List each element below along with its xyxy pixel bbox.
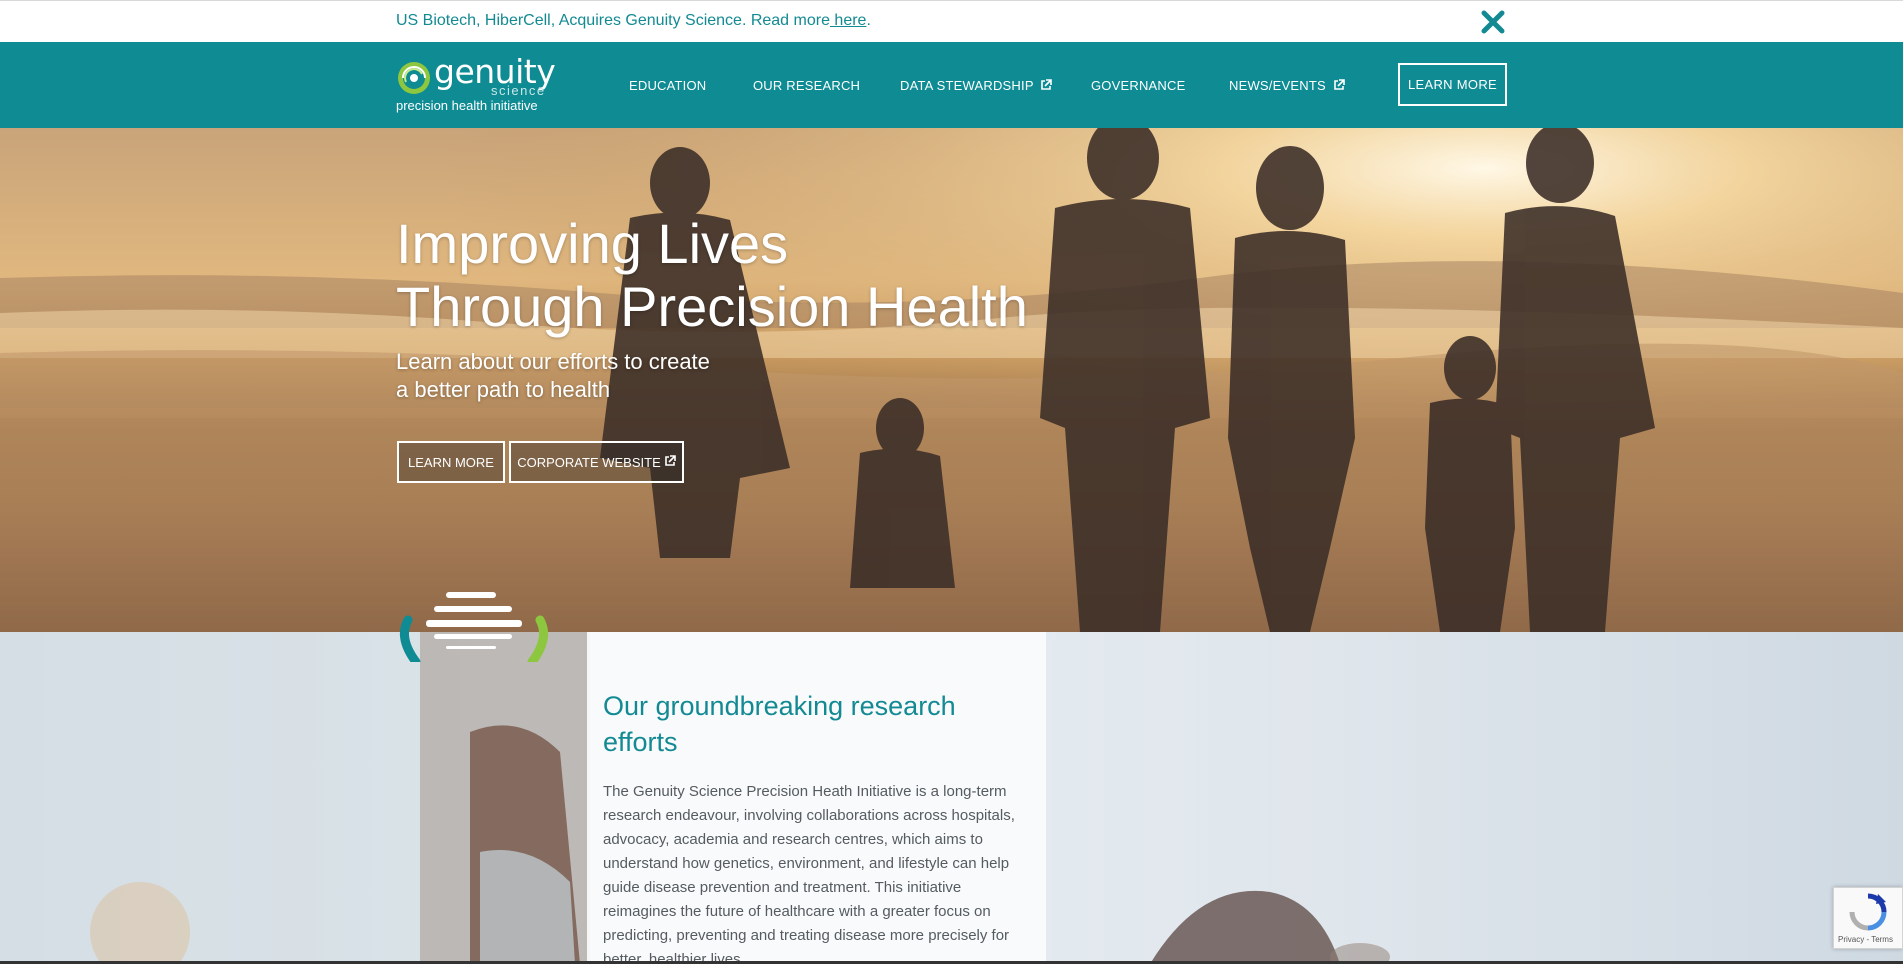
hero-subtitle-line2: a better path to health bbox=[396, 377, 611, 402]
nav-data-stewardship-label: DATA STEWARDSHIP bbox=[900, 78, 1034, 93]
nav-education[interactable]: EDUCATION bbox=[629, 78, 706, 93]
research-body: The Genuity Science Precision Heath Init… bbox=[603, 783, 1015, 964]
nav-news-events-label: NEWS/EVENTS bbox=[1229, 78, 1326, 93]
brand-mark-icon bbox=[396, 590, 552, 667]
hero-subtitle: Learn about our efforts to create a bett… bbox=[396, 348, 710, 404]
close-icon[interactable] bbox=[1480, 9, 1506, 35]
header-learn-more-button[interactable]: LEARN MORE bbox=[1398, 63, 1507, 106]
logo-swirl-icon bbox=[398, 62, 430, 94]
site-header: genuity science precision health initiat… bbox=[0, 42, 1903, 128]
nav-our-research[interactable]: OUR RESEARCH bbox=[753, 78, 860, 93]
announcement-bar: US Biotech, HiberCell, Acquires Genuity … bbox=[0, 0, 1903, 42]
nav-education-label: EDUCATION bbox=[629, 78, 707, 93]
nav-our-research-label: OUR RESEARCH bbox=[753, 78, 861, 93]
nav-governance[interactable]: GOVERNANCE bbox=[1091, 78, 1185, 93]
announcement-suffix: . bbox=[866, 12, 871, 29]
hero-title-line2: Through Precision Health bbox=[396, 275, 1028, 338]
external-link-icon bbox=[1333, 79, 1345, 94]
recaptcha-icon bbox=[1849, 893, 1887, 931]
announcement-link[interactable]: here bbox=[830, 12, 866, 29]
hero-corporate-website-button[interactable]: CORPORATE WEBSITE bbox=[509, 441, 684, 483]
recaptcha-badge[interactable]: Privacy - Terms bbox=[1833, 887, 1903, 949]
recaptcha-links[interactable]: Privacy - Terms bbox=[1838, 935, 1893, 944]
research-section: Our groundbreaking research efforts The … bbox=[0, 632, 1903, 964]
hero-title-line1: Improving Lives bbox=[396, 212, 789, 275]
research-title: Our groundbreaking research efforts bbox=[603, 691, 956, 757]
logo-tagline: precision health initiative bbox=[396, 98, 538, 113]
hero-title: Improving Lives Through Precision Health bbox=[396, 212, 1028, 338]
hero-banner: Improving Lives Through Precision Health… bbox=[0, 128, 1903, 632]
external-link-icon bbox=[1040, 79, 1053, 94]
research-card: Our groundbreaking research efforts The … bbox=[587, 632, 1046, 964]
hero-family-beach-image bbox=[0, 128, 1903, 632]
announcement-message: US Biotech, HiberCell, Acquires Genuity … bbox=[396, 12, 830, 29]
site-logo[interactable]: genuity science precision health initiat… bbox=[396, 52, 566, 116]
hero-learn-more-button[interactable]: LEARN MORE bbox=[397, 441, 505, 483]
hero-subtitle-line1: Learn about our efforts to create bbox=[396, 349, 710, 374]
nav-data-stewardship[interactable]: DATA STEWARDSHIP bbox=[900, 78, 1053, 94]
nav-governance-label: GOVERNANCE bbox=[1091, 78, 1186, 93]
hero-corporate-website-label: CORPORATE WEBSITE bbox=[517, 454, 661, 470]
announcement-text: US Biotech, HiberCell, Acquires Genuity … bbox=[396, 12, 871, 30]
logo-science-text: science bbox=[491, 83, 546, 98]
nav-news-events[interactable]: NEWS/EVENTS bbox=[1229, 78, 1345, 94]
external-link-icon bbox=[664, 454, 676, 470]
